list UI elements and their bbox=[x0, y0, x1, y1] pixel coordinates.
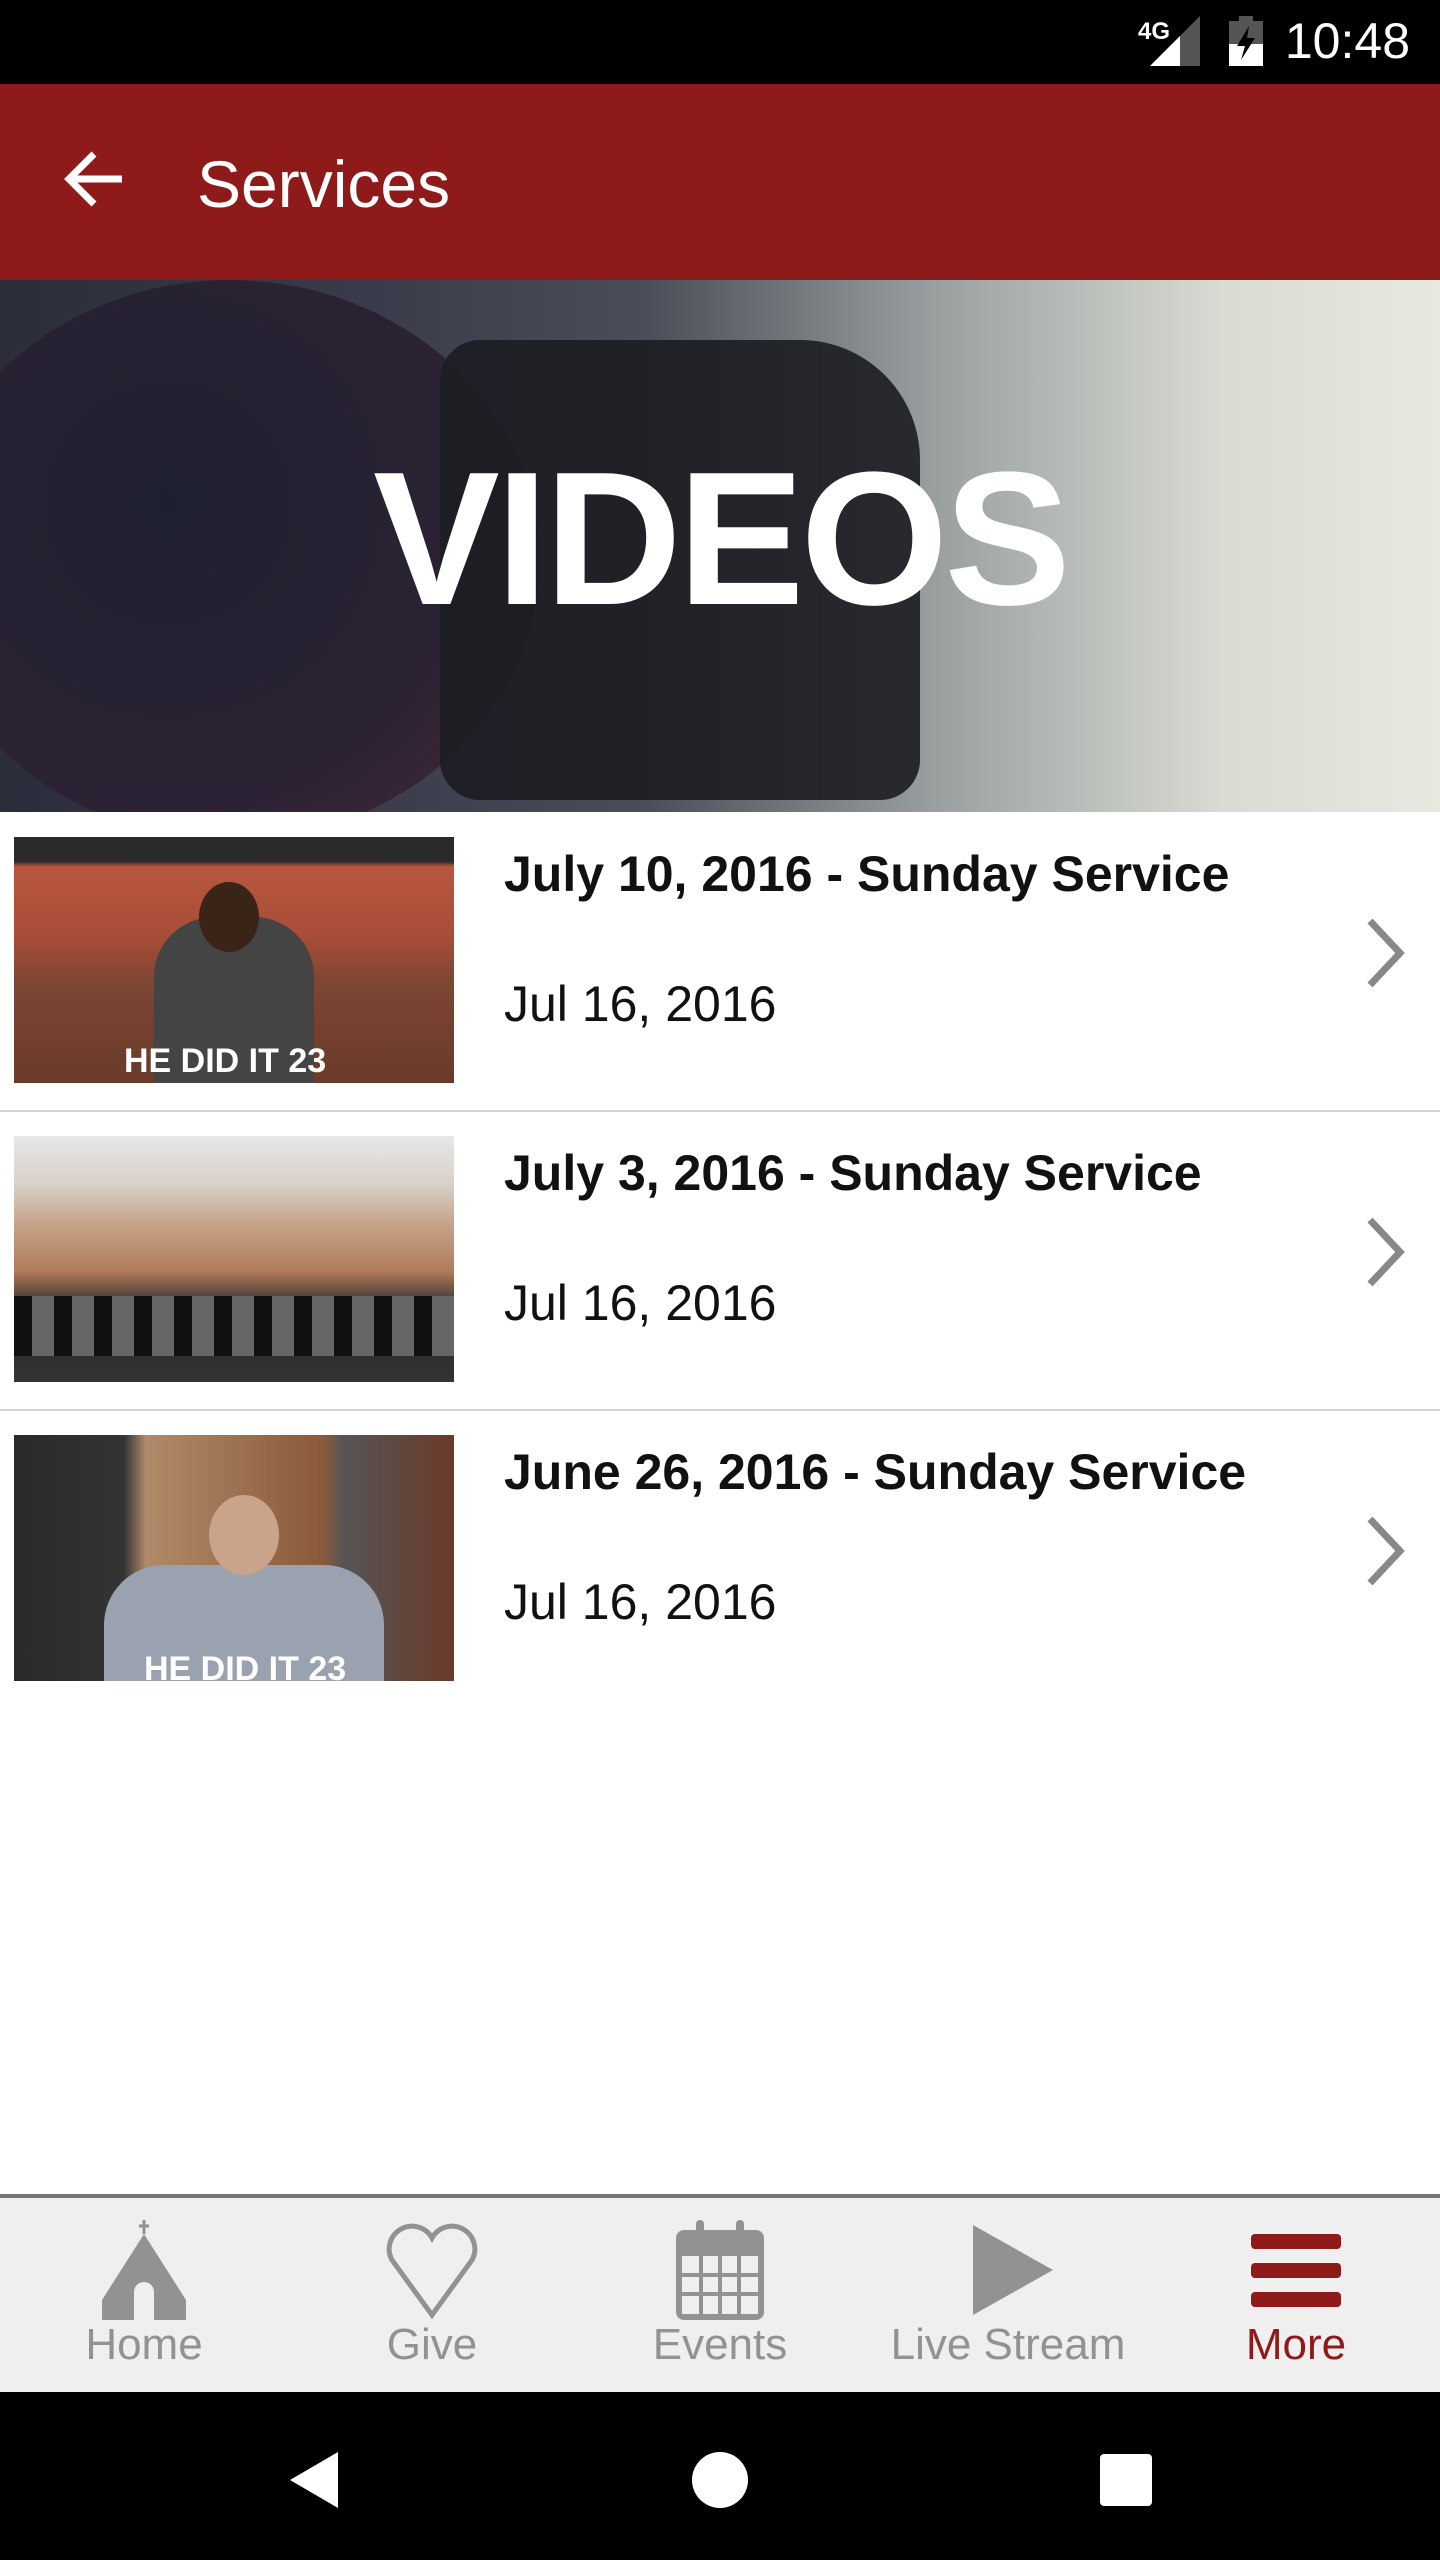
video-list-item[interactable]: HE DID IT 23 July 10, 2016 - Sunday Serv… bbox=[0, 813, 1440, 1112]
nav-label: More bbox=[1245, 2320, 1347, 2369]
video-list-item[interactable]: HE DID IT 23 June 26, 2016 - Sunday Serv… bbox=[0, 1411, 1440, 1710]
video-date: Jul 16, 2016 bbox=[504, 976, 777, 1032]
heart-icon bbox=[386, 2223, 478, 2320]
arrow-left-icon[interactable] bbox=[60, 144, 130, 214]
app-bar: Services bbox=[0, 84, 1440, 280]
home-circle-icon[interactable] bbox=[690, 2450, 750, 2510]
nav-give[interactable]: Give bbox=[288, 2198, 576, 2392]
videos-banner: VIDEOS bbox=[0, 280, 1440, 812]
video-thumbnail bbox=[14, 1136, 454, 1382]
menu-icon bbox=[1251, 2234, 1341, 2307]
bottom-nav: Home Give Events Live Stream More bbox=[0, 2194, 1440, 2392]
signal-icon bbox=[1150, 16, 1200, 66]
chevron-right-icon bbox=[1367, 1217, 1405, 1287]
thumbnail-caption: HE DID IT 23 bbox=[144, 1650, 347, 1681]
calendar-icon bbox=[676, 2220, 764, 2320]
chevron-right-icon bbox=[1367, 918, 1405, 988]
battery-charging-icon bbox=[1229, 16, 1263, 66]
video-date: Jul 16, 2016 bbox=[504, 1275, 777, 1331]
play-icon bbox=[973, 2225, 1053, 2315]
nav-home[interactable]: Home bbox=[0, 2198, 288, 2392]
page-title: Services bbox=[197, 147, 451, 221]
video-list-item[interactable]: July 3, 2016 - Sunday Service Jul 16, 20… bbox=[0, 1112, 1440, 1411]
video-title: June 26, 2016 - Sunday Service bbox=[504, 1444, 1247, 1500]
video-title: July 10, 2016 - Sunday Service bbox=[504, 846, 1230, 902]
nav-label: Live Stream bbox=[890, 2320, 1126, 2369]
thumbnail-caption: HE DID IT 23 bbox=[124, 1042, 327, 1080]
chevron-right-icon bbox=[1367, 1516, 1405, 1586]
church-icon bbox=[102, 2220, 186, 2320]
banner-title: VIDEOS bbox=[373, 433, 1071, 645]
nav-events[interactable]: Events bbox=[576, 2198, 864, 2392]
system-nav-bar bbox=[0, 2392, 1440, 2560]
recents-square-icon[interactable] bbox=[1098, 2452, 1154, 2508]
video-thumbnail: HE DID IT 23 bbox=[14, 1435, 454, 1681]
video-title: July 3, 2016 - Sunday Service bbox=[504, 1145, 1202, 1201]
video-date: Jul 16, 2016 bbox=[504, 1574, 777, 1630]
nav-label: Events bbox=[652, 2320, 788, 2369]
status-bar: 4G 10:48 bbox=[0, 0, 1440, 84]
nav-label: Give bbox=[386, 2320, 478, 2369]
back-triangle-icon[interactable] bbox=[288, 2450, 340, 2510]
nav-live-stream[interactable]: Live Stream bbox=[864, 2198, 1152, 2392]
nav-label: Home bbox=[85, 2320, 203, 2369]
video-thumbnail: HE DID IT 23 bbox=[14, 837, 454, 1083]
nav-more[interactable]: More bbox=[1152, 2198, 1440, 2392]
clock: 10:48 bbox=[1284, 13, 1410, 69]
